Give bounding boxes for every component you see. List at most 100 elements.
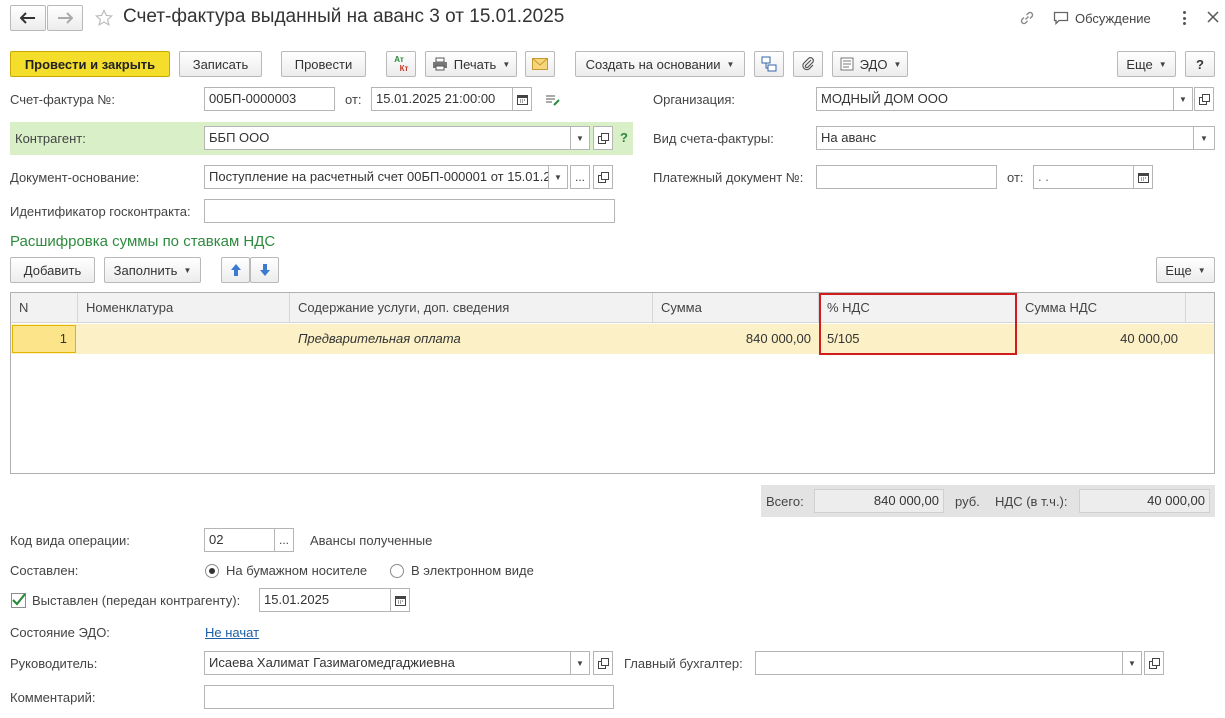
chat-icon (1053, 11, 1069, 25)
cell-content[interactable]: Предварительная оплата (290, 324, 653, 354)
head-field[interactable]: Исаева Халимат Газимагомедгаджиевна (204, 651, 571, 675)
chevron-down-icon: ▼ (183, 265, 192, 275)
move-up-button[interactable] (221, 257, 250, 283)
invoice-kind-field[interactable]: На аванс (816, 126, 1194, 150)
invoice-number-field[interactable]: 00БП-0000003 (204, 87, 335, 111)
email-button[interactable] (525, 51, 555, 77)
column-header-item[interactable]: Номенклатура (78, 293, 290, 323)
edo-button[interactable]: ЭДО ▼ (832, 51, 908, 77)
invoice-kind-dropdown[interactable]: ▼ (1193, 126, 1215, 150)
organization-field[interactable]: МОДНЫЙ ДОМ ООО (816, 87, 1174, 111)
table-row[interactable]: 1 Предварительная оплата 840 000,00 5/10… (11, 324, 1214, 354)
help-button[interactable]: ? (1185, 51, 1215, 77)
head-dropdown[interactable]: ▼ (570, 651, 590, 675)
chevron-down-icon: ▼ (502, 59, 511, 69)
attach-button[interactable] (793, 51, 823, 77)
fill-label: Заполнить (113, 262, 178, 278)
more-vertical-icon[interactable] (1178, 9, 1190, 27)
open-form-icon (1198, 93, 1210, 105)
table-more-label: Еще (1165, 262, 1192, 278)
comment-field[interactable] (204, 685, 614, 709)
chief-accountant-open-button[interactable] (1144, 651, 1164, 675)
gov-contract-field[interactable] (204, 199, 615, 223)
close-icon[interactable] (1205, 9, 1221, 25)
arrow-up-icon (230, 264, 241, 276)
vat-table[interactable]: N Номенклатура Содержание услуги, доп. с… (10, 292, 1215, 474)
head-open-button[interactable] (593, 651, 613, 675)
base-document-dropdown[interactable]: ▼ (548, 165, 568, 189)
discussion-button[interactable]: Обсуждение (1053, 9, 1151, 27)
chevron-down-icon: ▼ (1197, 265, 1206, 275)
issued-label: Выставлен (передан контрагенту): (32, 593, 241, 608)
cell-sum[interactable]: 840 000,00 (653, 324, 819, 354)
print-button[interactable]: Печать ▼ (425, 51, 517, 77)
more-button[interactable]: Еще ▼ (1117, 51, 1176, 77)
forward-button[interactable] (47, 5, 83, 31)
link-icon[interactable] (1018, 9, 1036, 27)
print-label: Печать (453, 56, 497, 72)
back-button[interactable] (10, 5, 46, 31)
column-header-n[interactable]: N (11, 293, 78, 323)
edo-state-link[interactable]: Не начат (205, 625, 259, 640)
cell-item[interactable] (78, 324, 290, 354)
favorite-star-icon[interactable] (94, 8, 114, 28)
move-down-button[interactable] (250, 257, 279, 283)
electronic-radio[interactable] (390, 564, 404, 578)
payment-date-field[interactable]: . . (1033, 165, 1134, 189)
column-header-sum[interactable]: Сумма (653, 293, 819, 323)
create-based-on-button[interactable]: Создать на основании ▼ (575, 51, 745, 77)
paper-radio[interactable] (205, 564, 219, 578)
base-document-select-button[interactable]: ... (570, 165, 590, 189)
invoice-date-field[interactable]: 15.01.2025 21:00:00 (371, 87, 513, 111)
operation-code-select-button[interactable]: ... (274, 528, 294, 552)
issued-calendar-button[interactable] (390, 588, 410, 612)
fill-button[interactable]: Заполнить ▼ (104, 257, 201, 283)
chevron-down-icon: ▼ (1200, 133, 1208, 143)
chief-accountant-dropdown[interactable]: ▼ (1122, 651, 1142, 675)
operation-code-description: Авансы полученные (310, 533, 433, 548)
issued-checkbox[interactable] (11, 593, 26, 608)
chevron-down-icon: ▼ (1179, 94, 1187, 104)
organization-open-button[interactable] (1194, 87, 1214, 111)
contractor-open-button[interactable] (593, 126, 613, 150)
column-header-filler (1186, 293, 1214, 323)
invoice-date-label: от: (345, 92, 362, 107)
vat-total-value: 40 000,00 (1079, 489, 1210, 513)
base-document-label: Документ-основание: (10, 170, 140, 185)
contractor-help-icon[interactable]: ? (620, 130, 628, 145)
contractor-dropdown[interactable]: ▼ (570, 126, 590, 150)
edo-icon (840, 57, 854, 71)
envelope-icon (532, 58, 548, 70)
base-document-open-button[interactable] (593, 165, 613, 189)
contractor-field[interactable]: ББП ООО (204, 126, 571, 150)
cell-vat-sum[interactable]: 40 000,00 (1017, 324, 1186, 354)
add-row-button[interactable]: Добавить (10, 257, 95, 283)
organization-label: Организация: (653, 92, 736, 107)
cell-n[interactable]: 1 (12, 325, 76, 353)
post-and-close-button[interactable]: Провести и закрыть (10, 51, 170, 77)
post-button[interactable]: Провести (281, 51, 366, 77)
table-more-button[interactable]: Еще ▼ (1156, 257, 1215, 283)
dt-kt-button[interactable]: Ат Кт (386, 51, 416, 77)
electronic-option-label[interactable]: В электронном виде (411, 563, 534, 578)
dt-kt-bottom: Кт (399, 64, 409, 73)
paper-option-label[interactable]: На бумажном носителе (226, 563, 367, 578)
organization-dropdown[interactable]: ▼ (1173, 87, 1193, 111)
calendar-button[interactable] (512, 87, 532, 111)
chevron-down-icon: ▼ (1128, 658, 1136, 668)
column-header-content[interactable]: Содержание услуги, доп. сведения (290, 293, 653, 323)
paperclip-icon (802, 57, 814, 71)
payment-document-field[interactable] (816, 165, 997, 189)
list-edit-icon[interactable] (544, 92, 562, 108)
document-structure-icon (761, 56, 777, 72)
chevron-down-icon: ▼ (1158, 59, 1167, 69)
base-document-field[interactable]: Поступление на расчетный счет 00БП-00000… (204, 165, 549, 189)
compiled-label: Составлен: (10, 563, 79, 578)
payment-calendar-button[interactable] (1133, 165, 1153, 189)
chief-accountant-field[interactable] (755, 651, 1123, 675)
column-header-vat-sum[interactable]: Сумма НДС (1017, 293, 1186, 323)
structure-button[interactable] (754, 51, 784, 77)
operation-code-field[interactable]: 02 (204, 528, 275, 552)
save-button[interactable]: Записать (179, 51, 262, 77)
issued-date-field[interactable]: 15.01.2025 (259, 588, 391, 612)
